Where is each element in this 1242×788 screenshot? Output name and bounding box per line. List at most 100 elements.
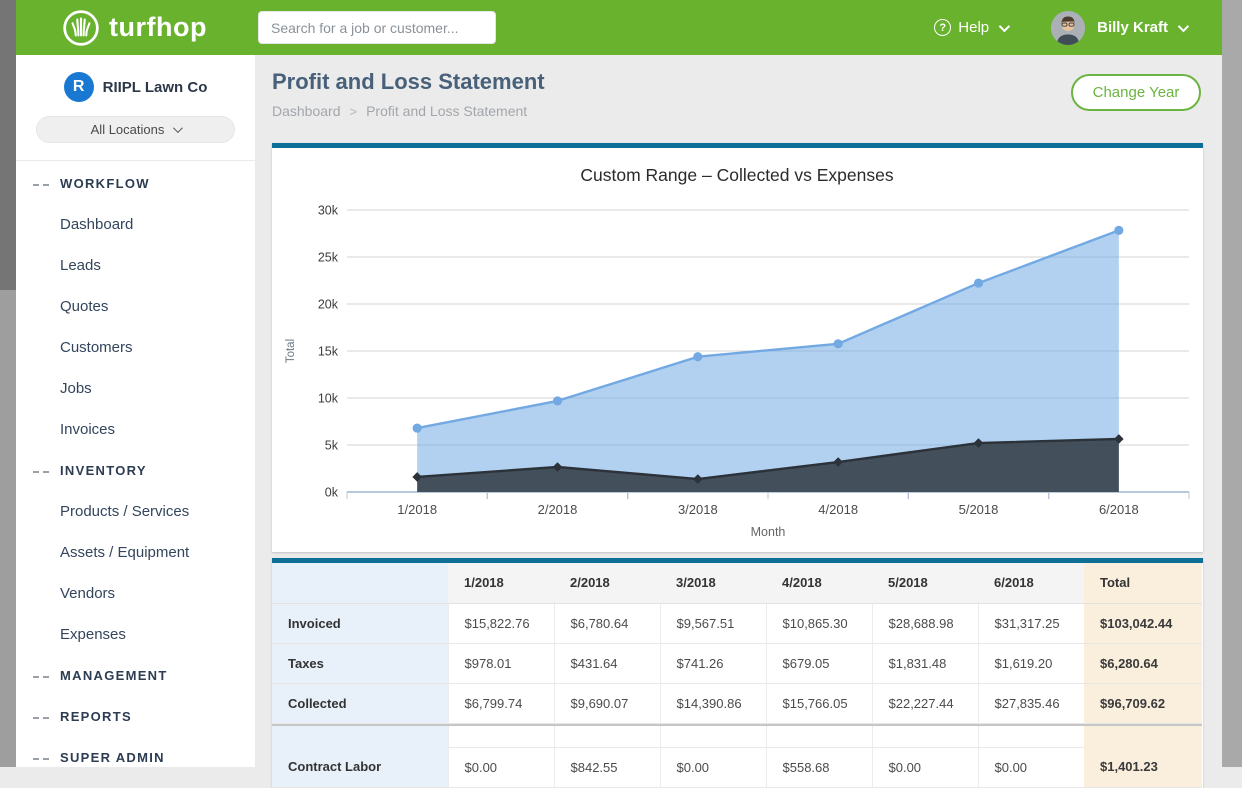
data-point-collected[interactable] (834, 339, 843, 348)
column-header-5-2018: 5/2018 (872, 563, 978, 603)
data-point-collected[interactable] (974, 278, 983, 287)
company-name: RIIPL Lawn Co (103, 79, 208, 96)
breadcrumb-separator: > (350, 103, 358, 120)
top-header: turfhop ? Help Billy Kraft (16, 0, 1222, 55)
sidebar-section-management[interactable]: MANAGEMENT (16, 655, 255, 696)
help-menu[interactable]: ? Help (934, 19, 1007, 36)
sidebar-nav: WORKFLOW DashboardLeadsQuotesCustomersJob… (16, 161, 255, 778)
breadcrumb-dashboard[interactable]: Dashboard (272, 103, 341, 120)
sidebar-section-label: MANAGEMENT (60, 668, 168, 683)
search-input[interactable] (258, 11, 496, 44)
sidebar-section-label: REPORTS (60, 709, 132, 724)
data-point-collected[interactable] (413, 423, 422, 432)
table-cell: $9,567.51 (660, 603, 766, 643)
data-point-collected[interactable] (1114, 226, 1123, 235)
row-total: $103,042.44 (1084, 603, 1202, 643)
column-header-3-2018: 3/2018 (660, 563, 766, 603)
chevron-down-icon (173, 123, 183, 133)
row-total: $96,709.62 (1084, 683, 1202, 723)
main-content: Profit and Loss Statement Dashboard > Pr… (272, 55, 1203, 788)
tree-dash-icon (33, 758, 49, 760)
chart-card: Custom Range – Collected vs Expenses0k5k… (272, 143, 1203, 552)
change-year-button[interactable]: Change Year (1071, 74, 1201, 111)
sidebar-item-vendors[interactable]: Vendors (16, 573, 255, 614)
tree-dash-icon (33, 676, 49, 678)
sidebar-item-assets-equipment[interactable]: Assets / Equipment (16, 532, 255, 573)
user-name[interactable]: Billy Kraft (1097, 19, 1168, 36)
sidebar: R RIIPL Lawn Co All Locations WORKFLOW Da… (16, 55, 255, 767)
column-header-6-2018: 6/2018 (978, 563, 1084, 603)
pl-table-card: 1/20182/20183/20184/20185/20186/2018Tota… (272, 558, 1203, 788)
table-cell: $6,799.74 (448, 683, 554, 723)
table-cell: $0.00 (448, 747, 554, 787)
sidebar-item-invoices[interactable]: Invoices (16, 409, 255, 450)
avatar-photo-icon (1051, 11, 1085, 45)
x-tick-label: 3/2018 (678, 502, 718, 517)
table-cell: $15,766.05 (766, 683, 872, 723)
x-tick-label: 5/2018 (959, 502, 999, 517)
breadcrumb-current: Profit and Loss Statement (366, 103, 527, 120)
x-tick-label: 6/2018 (1099, 502, 1139, 517)
sidebar-section-workflow[interactable]: WORKFLOW (16, 163, 255, 204)
table-row-contract-labor: Contract Labor$0.00$842.55$0.00$558.68$0… (272, 747, 1202, 787)
location-selector[interactable]: All Locations (36, 116, 235, 143)
sidebar-company-section: R RIIPL Lawn Co All Locations (16, 55, 255, 161)
table-cell: $978.01 (448, 643, 554, 683)
collected-vs-expenses-chart: Custom Range – Collected vs Expenses0k5k… (272, 148, 1203, 552)
table-cell: $1,831.48 (872, 643, 978, 683)
table-cell: $842.55 (554, 747, 660, 787)
table-row-taxes: Taxes$978.01$431.64$741.26$679.05$1,831.… (272, 643, 1202, 683)
y-tick-label: 15k (318, 345, 339, 359)
sidebar-section-label: INVENTORY (60, 463, 147, 478)
data-point-collected[interactable] (693, 352, 702, 361)
sidebar-section-reports[interactable]: REPORTS (16, 696, 255, 737)
table-cell: $558.68 (766, 747, 872, 787)
sidebar-item-products-services[interactable]: Products / Services (16, 491, 255, 532)
breadcrumb: Dashboard > Profit and Loss Statement (272, 103, 1203, 120)
sidebar-item-expenses[interactable]: Expenses (16, 614, 255, 655)
table-cell: $6,780.64 (554, 603, 660, 643)
column-header-total: Total (1084, 563, 1202, 603)
left-scrollbar[interactable] (0, 0, 16, 767)
y-tick-label: 10k (318, 392, 339, 406)
x-tick-label: 4/2018 (818, 502, 858, 517)
table-cell: $22,227.44 (872, 683, 978, 723)
table-row-collected: Collected$6,799.74$9,690.07$14,390.86$15… (272, 683, 1202, 723)
x-tick-label: 2/2018 (538, 502, 578, 517)
data-point-collected[interactable] (553, 396, 562, 405)
right-scrollbar[interactable] (1222, 0, 1242, 767)
tree-dash-icon (33, 184, 49, 186)
sidebar-item-jobs[interactable]: Jobs (16, 368, 255, 409)
table-cell: $10,865.30 (766, 603, 872, 643)
column-header-1-2018: 1/2018 (448, 563, 554, 603)
sidebar-section-label: SUPER ADMIN (60, 750, 165, 765)
left-scrollbar-thumb[interactable] (0, 0, 16, 290)
row-total: $1,401.23 (1084, 747, 1202, 787)
sidebar-item-dashboard[interactable]: Dashboard (16, 204, 255, 245)
table-corner-cell (272, 563, 448, 603)
y-tick-label: 25k (318, 251, 339, 265)
y-tick-label: 30k (318, 204, 339, 218)
sidebar-section-inventory[interactable]: INVENTORY (16, 450, 255, 491)
sidebar-section-label: WORKFLOW (60, 176, 150, 191)
tree-dash-icon (33, 717, 49, 719)
table-cell: $679.05 (766, 643, 872, 683)
user-avatar[interactable] (1051, 11, 1085, 45)
sidebar-item-quotes[interactable]: Quotes (16, 286, 255, 327)
row-label: Collected (272, 683, 448, 723)
brand-name: turfhop (109, 12, 207, 43)
row-label: Contract Labor (272, 747, 448, 787)
table-cell: $15,822.76 (448, 603, 554, 643)
sidebar-section-super-admin[interactable]: SUPER ADMIN (16, 737, 255, 778)
sidebar-item-leads[interactable]: Leads (16, 245, 255, 286)
table-cell: $0.00 (872, 747, 978, 787)
user-menu-chevron-icon[interactable] (1178, 20, 1189, 31)
table-header-row: 1/20182/20183/20184/20185/20186/2018Tota… (272, 563, 1202, 603)
company-logo: R (64, 72, 94, 102)
y-tick-label: 20k (318, 298, 339, 312)
sidebar-item-customers[interactable]: Customers (16, 327, 255, 368)
pl-table: 1/20182/20183/20184/20185/20186/2018Tota… (272, 563, 1202, 788)
app-logo[interactable]: turfhop (62, 9, 207, 47)
y-tick-label: 5k (325, 439, 339, 453)
column-header-2-2018: 2/2018 (554, 563, 660, 603)
